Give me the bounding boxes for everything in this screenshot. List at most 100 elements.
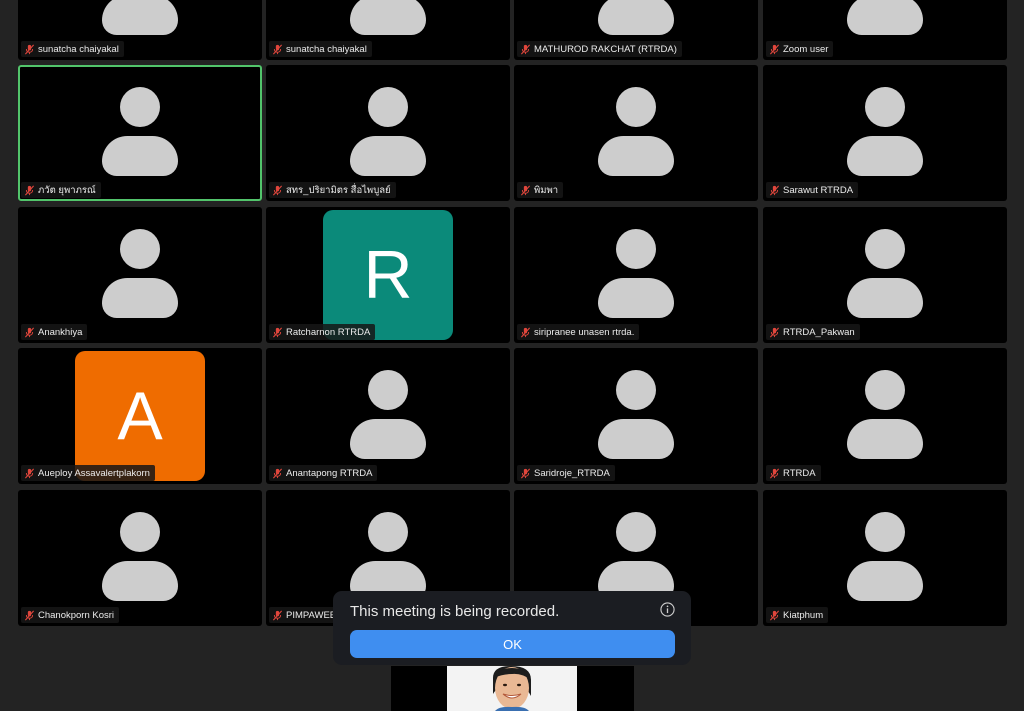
participant-name-tag: RTRDA	[766, 465, 821, 481]
default-avatar-icon	[348, 370, 428, 460]
recording-notice-text: This meeting is being recorded.	[350, 603, 560, 620]
participant-name-tag: PIMPAWEE	[269, 607, 342, 623]
participant-tile[interactable]: Zoom user	[763, 0, 1007, 60]
default-avatar-icon	[596, 370, 676, 460]
participant-name-tag: Saridroje_RTRDA	[517, 465, 615, 481]
participant-tile[interactable]: RTRDA_Pakwan	[763, 207, 1007, 343]
participant-tile[interactable]: R Ratcharnon RTRDA	[266, 207, 510, 343]
default-avatar-icon	[596, 87, 676, 177]
mic-muted-icon	[24, 327, 35, 337]
participant-tile[interactable]: Anantapong RTRDA	[266, 348, 510, 484]
participant-name-tag: Zoom user	[766, 41, 834, 57]
default-avatar-icon	[596, 512, 676, 602]
participant-tile[interactable]: Anankhiya	[18, 207, 262, 343]
default-avatar-icon	[845, 87, 925, 177]
participant-name: Zoom user	[783, 43, 829, 55]
participant-tile[interactable]: siripranee unasen rtrda.	[514, 207, 758, 343]
participant-name: siripranee unasen rtrda.	[534, 326, 635, 338]
participant-tile[interactable]: sunatcha chaiyakal	[18, 0, 262, 60]
participant-name: Saridroje_RTRDA	[534, 467, 610, 479]
participant-name-tag: Ratcharnon RTRDA	[269, 324, 376, 340]
participant-name: สทร_ปริยามิตร สื่อไพบูลย์	[286, 184, 391, 196]
participant-name-tag: ภวัต ยุพาภรณ์	[21, 182, 101, 198]
participant-name: Chanokporn Kosri	[38, 609, 115, 621]
mic-muted-icon	[769, 44, 780, 54]
participant-name: ภวัต ยุพาภรณ์	[38, 184, 96, 196]
mic-muted-icon	[520, 44, 531, 54]
participant-tile[interactable]: Saridroje_RTRDA	[514, 348, 758, 484]
participant-name: Sarawut RTRDA	[783, 184, 854, 196]
default-avatar-icon	[100, 0, 180, 36]
initial-avatar: R	[323, 210, 453, 340]
default-avatar-icon	[845, 0, 925, 36]
recording-notice-dialog: This meeting is being recorded. OK	[333, 591, 691, 665]
participant-tile[interactable]: พิมพา	[514, 65, 758, 201]
participant-tile[interactable]: A Aueploy Assavalertplakorn	[18, 348, 262, 484]
self-view-video	[391, 666, 634, 711]
mic-muted-icon	[272, 44, 283, 54]
participant-tile[interactable]: MATHUROD RAKCHAT (RTRDA)	[514, 0, 758, 60]
participant-tile[interactable]: ภวัต ยุพาภรณ์	[18, 65, 262, 201]
mic-muted-icon	[769, 468, 780, 478]
participant-name-tag: siripranee unasen rtrda.	[517, 324, 640, 340]
participant-tile[interactable]: sunatcha chaiyakal	[266, 0, 510, 60]
participant-name-tag: Anankhiya	[21, 324, 88, 340]
participant-tile[interactable]: Kiatphum	[763, 490, 1007, 626]
mic-muted-icon	[272, 185, 283, 195]
mic-muted-icon	[24, 468, 35, 478]
default-avatar-icon	[845, 370, 925, 460]
info-icon[interactable]	[660, 602, 675, 617]
default-avatar-icon	[348, 0, 428, 36]
participant-name-tag: Anantapong RTRDA	[269, 465, 378, 481]
participant-name-tag: RTRDA_Pakwan	[766, 324, 860, 340]
default-avatar-icon	[348, 87, 428, 177]
default-avatar-icon	[348, 512, 428, 602]
participant-name: MATHUROD RAKCHAT (RTRDA)	[534, 43, 677, 55]
mic-muted-icon	[520, 327, 531, 337]
participant-name: Anankhiya	[38, 326, 83, 338]
participant-name-tag: sunatcha chaiyakal	[21, 41, 124, 57]
mic-muted-icon	[769, 610, 780, 620]
participant-name-tag: สทร_ปริยามิตร สื่อไพบูลย์	[269, 182, 396, 198]
participant-name: sunatcha chaiyakal	[286, 43, 367, 55]
default-avatar-icon	[100, 229, 180, 319]
default-avatar-icon	[100, 512, 180, 602]
default-avatar-icon	[596, 0, 676, 36]
participant-name-tag: sunatcha chaiyakal	[269, 41, 372, 57]
default-avatar-icon	[100, 87, 180, 177]
mic-muted-icon	[769, 327, 780, 337]
participant-name: Aueploy Assavalertplakorn	[38, 467, 150, 479]
participant-name: PIMPAWEE	[286, 609, 337, 621]
ok-button[interactable]: OK	[350, 630, 675, 658]
initial-avatar: A	[75, 351, 205, 481]
participant-name: RTRDA	[783, 467, 816, 479]
participant-name: Kiatphum	[783, 609, 824, 621]
mic-muted-icon	[272, 327, 283, 337]
participant-name-tag: Kiatphum	[766, 607, 829, 623]
participant-tile[interactable]: สทร_ปริยามิตร สื่อไพบูลย์	[266, 65, 510, 201]
mic-muted-icon	[769, 185, 780, 195]
participant-tile[interactable]: RTRDA	[763, 348, 1007, 484]
participant-tile[interactable]: Chanokporn Kosri	[18, 490, 262, 626]
participant-name: RTRDA_Pakwan	[783, 326, 855, 338]
default-avatar-icon	[845, 229, 925, 319]
default-avatar-icon	[845, 512, 925, 602]
participant-name-tag: Aueploy Assavalertplakorn	[21, 465, 155, 481]
mic-muted-icon	[272, 468, 283, 478]
participant-name-tag: Sarawut RTRDA	[766, 182, 859, 198]
participant-name: sunatcha chaiyakal	[38, 43, 119, 55]
participant-name: Ratcharnon RTRDA	[286, 326, 371, 338]
mic-muted-icon	[272, 610, 283, 620]
participant-tile[interactable]: Sarawut RTRDA	[763, 65, 1007, 201]
participant-name-tag: พิมพา	[517, 182, 564, 198]
mic-muted-icon	[24, 185, 35, 195]
default-avatar-icon	[596, 229, 676, 319]
participant-name: พิมพา	[534, 184, 559, 196]
mic-muted-icon	[520, 468, 531, 478]
participant-name-tag: MATHUROD RAKCHAT (RTRDA)	[517, 41, 682, 57]
self-view-frame	[447, 666, 577, 711]
mic-muted-icon	[520, 185, 531, 195]
participant-name: Anantapong RTRDA	[286, 467, 373, 479]
participant-name-tag: Chanokporn Kosri	[21, 607, 120, 623]
mic-muted-icon	[24, 610, 35, 620]
